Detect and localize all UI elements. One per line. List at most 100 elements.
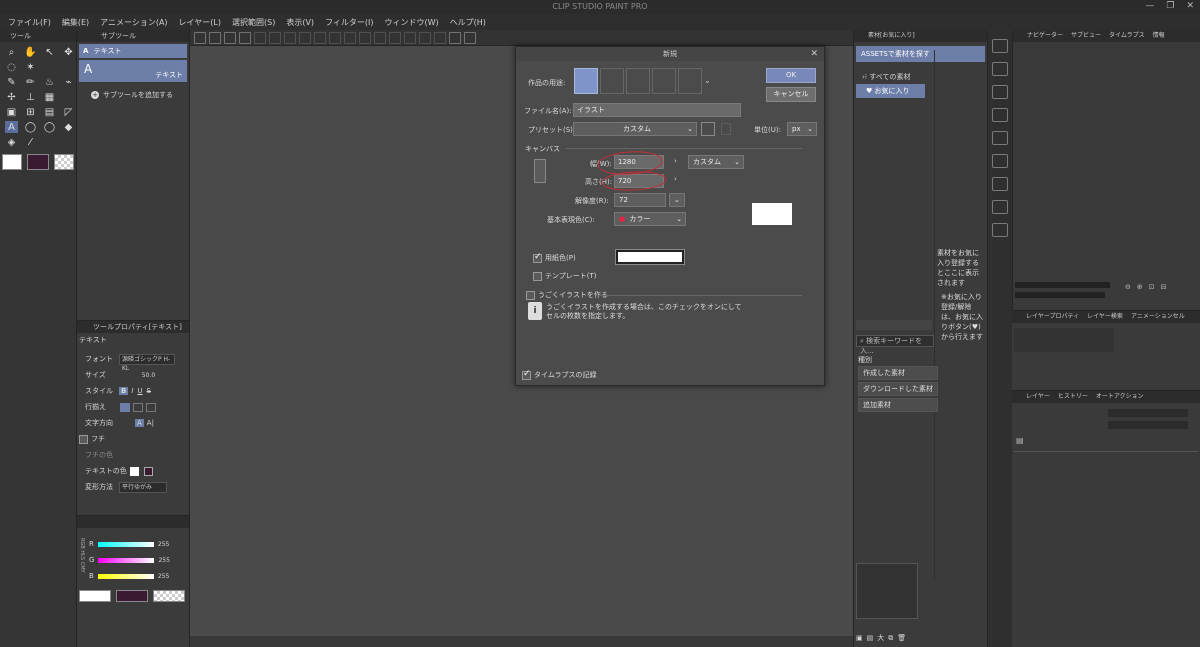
material-tree-favorites[interactable]: ♥ お気に入り <box>856 84 925 98</box>
text-color-sub-swatch[interactable] <box>143 466 153 476</box>
delete-preset-icon[interactable] <box>721 123 731 135</box>
color-panel-tabs[interactable] <box>77 516 189 528</box>
subtool-panel-tab[interactable]: サブツール <box>77 30 189 42</box>
frame-border-icon[interactable]: ▤ <box>43 106 56 118</box>
cancel-button[interactable]: キャンセル <box>766 87 816 102</box>
blue-slider[interactable] <box>97 573 154 579</box>
brush-material-icon[interactable] <box>992 200 1008 214</box>
size-preset-select[interactable]: カスタム ⌄ <box>688 155 744 169</box>
menu-window[interactable]: ウィンドウ(W) <box>385 17 445 28</box>
invert-selection-icon[interactable] <box>374 31 386 44</box>
comic-purpose-icon[interactable] <box>600 68 624 94</box>
tab-info[interactable]: 情報 <box>1153 30 1165 42</box>
illustration-purpose-icon[interactable] <box>574 68 598 94</box>
zoom-in-icon[interactable]: ⊕ <box>1137 283 1143 291</box>
balloon-tail-icon[interactable]: ◯ <box>43 121 56 133</box>
green-value[interactable]: 255 <box>158 557 169 564</box>
search-panel-icon[interactable] <box>992 39 1008 53</box>
move-layer-icon[interactable]: ✥ <box>62 46 75 58</box>
tool-property-tab[interactable]: ツールプロパティ[テキスト] <box>77 321 189 333</box>
thumbnail-view-icon[interactable]: ▤ <box>867 634 874 642</box>
added-materials-button[interactable]: 追加素材 <box>858 398 938 412</box>
delete-icon[interactable]: 🗑 <box>897 634 906 642</box>
snap-ruler-icon[interactable] <box>404 31 416 44</box>
snap-grid-icon[interactable] <box>434 31 446 44</box>
text-tool-icon[interactable]: A <box>5 121 18 133</box>
tab-auto-action[interactable]: オートアクション <box>1096 391 1144 403</box>
register-preset-icon[interactable] <box>701 122 715 136</box>
strike-button[interactable]: S <box>147 387 151 395</box>
downloaded-materials-button[interactable]: ダウンロードした素材 <box>858 382 938 396</box>
balloon-icon[interactable]: ◯ <box>24 121 37 133</box>
material-view-icon[interactable]: ▣ <box>856 634 863 642</box>
template-checkbox[interactable] <box>533 271 542 281</box>
red-value[interactable]: 255 <box>158 541 169 548</box>
transparent-color-swatch[interactable] <box>153 590 185 602</box>
menu-layer[interactable]: レイヤー(L) <box>179 17 227 28</box>
settings-icon[interactable] <box>284 31 296 44</box>
pen-icon[interactable]: ✎ <box>5 76 18 88</box>
sub-color-swatch[interactable] <box>27 154 49 170</box>
lasso-icon[interactable]: ◌ <box>5 61 18 73</box>
main-color-swatch[interactable] <box>79 590 111 602</box>
chevron-right-icon[interactable]: › <box>674 157 677 165</box>
opacity-slider[interactable] <box>1108 421 1188 429</box>
actual-size-icon[interactable]: ⊟ <box>1161 283 1167 291</box>
color-mode-tabs[interactable]: RGB HLS CMY <box>79 538 85 573</box>
tab-subview[interactable]: サブビュー <box>1071 30 1101 42</box>
tone-panel-icon[interactable] <box>992 108 1008 122</box>
gradient-icon[interactable]: ▣ <box>5 106 18 118</box>
clear-icon[interactable] <box>299 31 311 44</box>
fit-icon[interactable]: ⊡ <box>1149 283 1155 291</box>
rgb-tab[interactable]: RGB <box>79 538 85 549</box>
transform-select[interactable]: 平行ゆがみ <box>119 481 167 493</box>
material-panel-tab[interactable]: 素材[お気に入り] <box>854 30 987 42</box>
transform-icon[interactable] <box>329 31 341 44</box>
new-file-icon[interactable] <box>209 31 221 44</box>
menu-edit[interactable]: 編集(E) <box>62 17 95 28</box>
zoom-slider[interactable] <box>1015 282 1110 288</box>
search-input[interactable]: ⌕ 検索キーワードを入... <box>856 335 934 355</box>
fill-icon[interactable] <box>314 31 326 44</box>
image-material-icon[interactable] <box>992 131 1008 145</box>
manga-material-icon[interactable] <box>992 154 1008 168</box>
crop-icon[interactable] <box>359 31 371 44</box>
menu-animation[interactable]: アニメーション(A) <box>100 17 173 28</box>
3d-material-icon[interactable] <box>992 177 1008 191</box>
swap-orientation-icon[interactable] <box>534 159 546 183</box>
chevron-down-icon[interactable]: ⌄ <box>704 68 714 94</box>
menu-view[interactable]: 表示(V) <box>286 17 320 28</box>
app-home-icon[interactable] <box>194 31 206 44</box>
blue-value[interactable]: 255 <box>158 573 169 580</box>
cmy-tab[interactable]: CMY <box>79 562 85 573</box>
airbrush-icon[interactable]: ⌁ <box>62 76 75 88</box>
magic-wand-icon[interactable]: ✶ <box>24 61 37 73</box>
menu-filter[interactable]: フィルター(I) <box>325 17 379 28</box>
sub-color-swatch[interactable] <box>116 590 148 602</box>
zoom-tool-icon[interactable]: ⌕ <box>5 46 18 58</box>
webtoon-purpose-icon[interactable] <box>626 68 650 94</box>
text-color-main-swatch[interactable] <box>129 466 139 476</box>
tab-layer-search[interactable]: レイヤー検索 <box>1087 311 1123 323</box>
tab-navigator[interactable]: ナビゲーター <box>1027 30 1063 42</box>
show-selection-icon[interactable] <box>389 31 401 44</box>
snap-special-ruler-icon[interactable] <box>419 31 431 44</box>
align-left-icon[interactable] <box>120 402 130 412</box>
eyedropper-icon[interactable]: ⁄ <box>24 136 37 148</box>
decoration-icon[interactable]: ✢ <box>5 91 18 103</box>
stamp-icon[interactable]: ⊥ <box>24 91 37 103</box>
tab-layer[interactable]: レイヤー <box>1026 391 1050 403</box>
deselect-icon[interactable] <box>344 31 356 44</box>
open-file-icon[interactable] <box>224 31 236 44</box>
vertical-text-button[interactable]: A| <box>147 419 154 427</box>
preset-select[interactable]: カスタム ⌄ <box>573 122 697 136</box>
ruler-icon[interactable]: ◸ <box>62 106 75 118</box>
fill-bucket-icon[interactable]: ◈ <box>5 136 18 148</box>
blend-mode-select[interactable] <box>1108 409 1188 417</box>
bold-button[interactable]: B <box>119 387 129 395</box>
unit-select[interactable]: px ⌄ <box>787 122 817 136</box>
close-window-button[interactable]: ✕ <box>1186 1 1194 13</box>
main-color-swatch[interactable] <box>2 154 22 170</box>
move-hand-icon[interactable]: ✋ <box>24 46 37 58</box>
menu-help[interactable]: ヘルプ(H) <box>450 17 492 28</box>
